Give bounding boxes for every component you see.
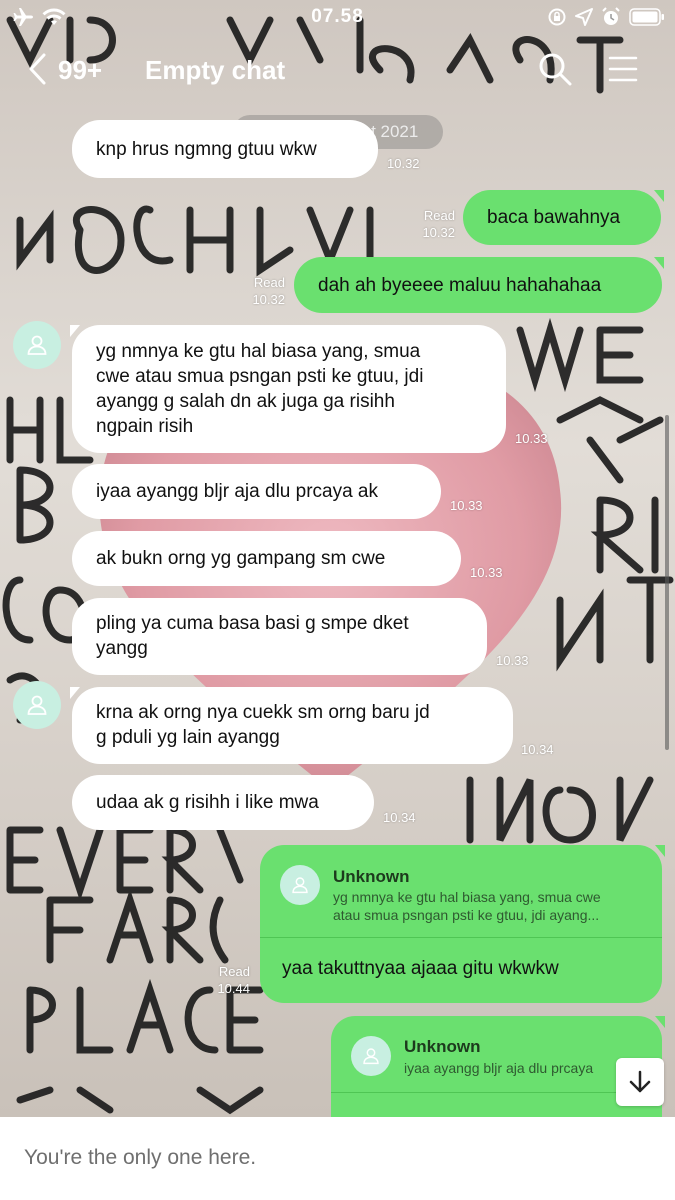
message-text-line: yg nmnya ke gtu hal biasa yang, smua — [96, 341, 421, 362]
message-bubble-outgoing[interactable]: dah ah byeeee maluu hahahahaa — [294, 257, 662, 313]
message-time: 10.33 — [450, 498, 483, 513]
empty-chat-notice: You're the only one here. — [24, 1146, 257, 1169]
quoted-snippet-line: atau smua psngan psti ke gtuu, jdi ayang… — [333, 907, 600, 923]
scrollbar[interactable] — [665, 415, 669, 750]
sender-avatar[interactable] — [13, 681, 61, 729]
quoted-sender-avatar — [280, 865, 320, 905]
message-text-line: cwe atau smua psngan psti ke gtuu, jdi — [96, 366, 424, 387]
location-icon — [575, 8, 593, 31]
search-icon — [539, 53, 572, 86]
quoted-sender-name: Unknown — [333, 867, 410, 886]
read-receipt: Read — [423, 208, 455, 223]
sender-avatar[interactable] — [13, 321, 61, 369]
message-bubble-incoming[interactable]: udaa ak g risihh i like mwa — [72, 775, 374, 830]
reply-message-outgoing-clip: Unknown iyaa ayangg bljr aja dlu prcaya — [331, 1016, 662, 1117]
message-text-line: krna ak orng nya cuekk sm orng baru jd — [96, 702, 430, 723]
read-receipt: Read — [218, 964, 250, 979]
message-bubble-incoming[interactable]: iyaa ayangg bljr aja dlu prcaya ak — [72, 464, 441, 519]
hamburger-menu-icon — [608, 56, 638, 82]
bubble-tail — [654, 190, 664, 202]
back-button[interactable] — [26, 52, 52, 86]
message-text: udaa ak g risihh i like mwa — [96, 792, 319, 813]
person-icon — [363, 1048, 379, 1065]
quoted-snippet-line: iyaa ayangg bljr aja dlu prcaya — [404, 1060, 594, 1076]
message-text: iyaa ayangg bljr aja dlu prcaya ak — [96, 481, 379, 502]
message-bubble-outgoing[interactable]: baca bawahnya — [463, 190, 661, 245]
bubble-tail — [655, 845, 665, 857]
person-icon — [27, 695, 47, 715]
message-time: 10.44 — [217, 981, 250, 996]
message-bubble-incoming[interactable]: ak bukn orng yg gampang sm cwe — [72, 531, 461, 586]
unread-count-badge[interactable]: 99+ — [58, 55, 102, 86]
alarm-icon — [601, 7, 621, 32]
quoted-snippet-line: yg nmnya ke gtu hal biasa yang, smua cwe — [333, 889, 601, 905]
message-text-line: yangg — [96, 638, 148, 659]
message-bubble-incoming[interactable]: pling ya cuma basa basi g smpe dket yang… — [72, 598, 487, 675]
chat-footer: You're the only one here. — [0, 1117, 675, 1200]
arrow-down-icon — [629, 1070, 651, 1093]
message-time: 10.33 — [515, 431, 548, 446]
message-bubble-incoming[interactable]: krna ak orng nya cuekk sm orng baru jd g… — [72, 687, 513, 764]
message-text: yaa takuttnyaa ajaaa gitu wkwkw — [282, 958, 559, 979]
quoted-message[interactable]: Unknown iyaa ayangg bljr aja dlu prcaya — [331, 1016, 662, 1093]
message-time: 10.32 — [252, 292, 285, 307]
battery-icon — [629, 8, 665, 31]
message-text: knp hrus ngmng gtuu wkw — [96, 138, 317, 160]
message-time: 10.32 — [422, 225, 455, 240]
message-text-line: ayangg g salah dn ak juga ga risihh — [96, 391, 395, 412]
chat-screen: 07.58 99+ Empty chat Mo — [0, 0, 675, 1200]
message-time: 10.34 — [383, 810, 416, 825]
menu-button[interactable] — [608, 54, 638, 84]
reply-message-outgoing[interactable]: Unknown yg nmnya ke gtu hal biasa yang, … — [260, 845, 662, 1003]
message-bubble-incoming[interactable]: yg nmnya ke gtu hal biasa yang, smua cwe… — [72, 325, 506, 453]
message-text: ak bukn orng yg gampang sm cwe — [96, 548, 386, 569]
message-text-line: ngpain risih — [96, 416, 194, 437]
message-text-line: g pduli yg lain ayangg — [96, 727, 280, 748]
message-text: baca bawahnya — [487, 207, 621, 228]
person-icon — [292, 877, 308, 894]
message-bubble-incoming[interactable]: knp hrus ngmng gtuu wkw — [72, 120, 378, 178]
scroll-to-bottom-button[interactable] — [616, 1058, 664, 1106]
rotation-lock-icon — [547, 7, 567, 32]
quoted-sender-avatar — [351, 1036, 391, 1076]
quoted-message[interactable]: Unknown yg nmnya ke gtu hal biasa yang, … — [260, 845, 662, 938]
quoted-sender-name: Unknown — [404, 1037, 481, 1056]
bubble-tail — [654, 257, 664, 269]
message-time: 10.33 — [496, 653, 529, 668]
read-receipt: Read — [253, 275, 285, 290]
bubble-tail — [655, 1016, 665, 1028]
message-text-line: pling ya cuma basa basi g smpe dket — [96, 613, 409, 634]
search-button[interactable] — [538, 52, 572, 86]
message-time: 10.34 — [521, 742, 554, 757]
status-bar: 07.58 — [0, 0, 675, 36]
chat-header: 99+ Empty chat — [0, 40, 675, 100]
message-time: 10.32 — [387, 156, 420, 171]
chevron-left-icon — [29, 53, 46, 85]
reply-message-outgoing[interactable]: Unknown iyaa ayangg bljr aja dlu prcaya — [331, 1016, 662, 1117]
chat-title: Empty chat — [145, 55, 286, 85]
message-time: 10.33 — [470, 565, 503, 580]
message-text: dah ah byeeee maluu hahahahaa — [318, 274, 602, 296]
person-icon — [27, 335, 47, 355]
